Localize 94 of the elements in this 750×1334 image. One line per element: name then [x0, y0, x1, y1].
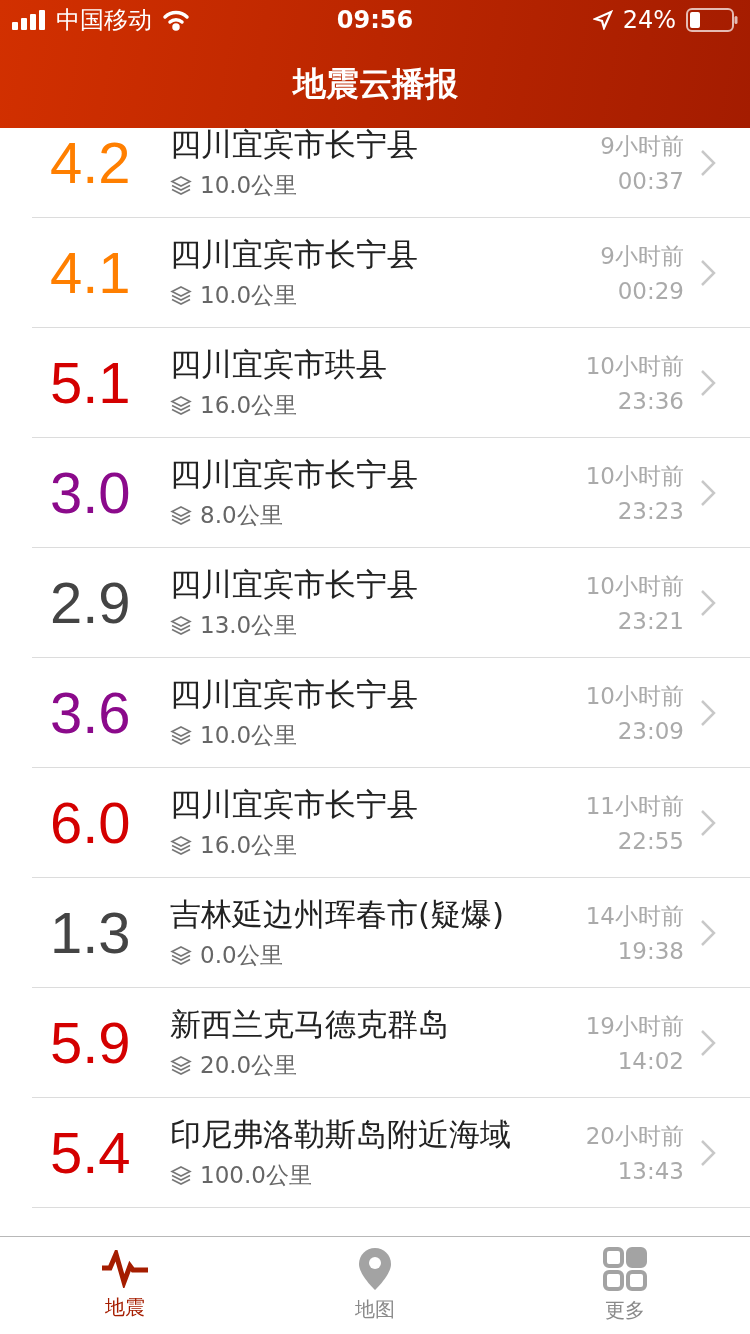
magnitude: 2.9: [49, 569, 132, 636]
tab-item[interactable]: 地震: [0, 1237, 250, 1334]
layers-icon: [170, 614, 192, 637]
depth-text: 100.0公里: [200, 1161, 312, 1190]
chevron-right-icon: [700, 258, 716, 287]
quake-time: 22:55: [617, 828, 684, 854]
quake-time: 23:23: [617, 498, 684, 524]
layers-icon: [170, 944, 192, 967]
quake-row[interactable]: 3.6 四川宜宾市长宁县 10.0公里 10小时前 23:09: [32, 658, 750, 768]
magnitude: 6.0: [49, 789, 132, 856]
time-ago: 10小时前: [585, 352, 684, 381]
quake-time: 23:21: [617, 608, 684, 634]
location-arrow-icon: [592, 10, 613, 30]
chevron-right-icon: [700, 698, 716, 727]
time-ago: 19小时前: [585, 1012, 684, 1041]
magnitude: 5.1: [49, 349, 132, 416]
depth-text: 20.0公里: [200, 1051, 298, 1080]
time-ago: 9小时前: [600, 132, 684, 161]
chevron-right-icon: [700, 1138, 716, 1167]
magnitude: 3.0: [49, 459, 132, 526]
layers-icon: [170, 504, 192, 527]
location-name: 四川宜宾市长宁县: [170, 785, 419, 824]
pulse-icon: [102, 1250, 148, 1288]
location-name: 四川宜宾市长宁县: [170, 455, 419, 494]
location-name: 吉林延边州珲春市(疑爆): [170, 895, 506, 934]
quake-time: 23:09: [617, 718, 684, 744]
tab-item[interactable]: 地图: [250, 1237, 500, 1334]
layers-icon: [170, 1054, 192, 1077]
layers-icon: [170, 284, 192, 307]
quake-time: 13:43: [617, 1158, 684, 1184]
layers-icon: [170, 174, 192, 197]
chevron-right-icon: [700, 368, 716, 397]
location-name: 印尼弗洛勒斯岛附近海域: [170, 1115, 512, 1154]
location-name: 四川宜宾市长宁县: [170, 675, 419, 714]
depth-text: 8.0公里: [200, 501, 283, 530]
time-ago: 10小时前: [585, 462, 684, 491]
chevron-right-icon: [700, 918, 716, 947]
quake-row[interactable]: 6.0 四川宜宾市长宁县 16.0公里 11小时前 22:55: [32, 768, 750, 878]
page-title: 地震云播报: [292, 62, 458, 105]
quake-row[interactable]: 2.9 四川宜宾市长宁县 13.0公里 10小时前 23:21: [32, 548, 750, 658]
quake-row[interactable]: 5.9 新西兰克马德克群岛 20.0公里 19小时前 14:02: [32, 988, 750, 1098]
quake-row[interactable]: 4.2 四川宜宾市长宁县 10.0公里 9小时前 00:37: [32, 128, 750, 218]
quake-row[interactable]: 5.1 四川宜宾市珙县 16.0公里 10小时前 23:36: [32, 328, 750, 438]
time-ago: 11小时前: [585, 792, 684, 821]
chevron-right-icon: [700, 808, 716, 837]
quake-time: 00:29: [617, 278, 684, 304]
depth-text: 16.0公里: [200, 391, 298, 420]
location-name: 新西兰克马德克群岛: [170, 1005, 450, 1044]
location-pin-icon: [359, 1248, 391, 1290]
quake-time: 23:36: [617, 388, 684, 414]
clock-time: 09:56: [336, 6, 414, 34]
depth-text: 13.0公里: [200, 611, 298, 640]
depth-text: 0.0公里: [200, 941, 283, 970]
quake-time: 14:02: [617, 1048, 684, 1074]
magnitude: 4.1: [49, 239, 132, 306]
grid-icon: [603, 1247, 647, 1291]
chevron-right-icon: [700, 148, 716, 177]
quake-time: 00:37: [617, 168, 684, 194]
wifi-icon: [162, 9, 190, 31]
time-ago: 9小时前: [600, 242, 684, 271]
signal-icon: [12, 10, 46, 30]
depth-text: 10.0公里: [200, 171, 298, 200]
location-name: 四川宜宾市长宁县: [170, 565, 419, 604]
carrier-name: 中国移动: [56, 5, 152, 36]
time-ago: 10小时前: [585, 682, 684, 711]
quake-row[interactable]: 4.1 四川宜宾市长宁县 10.0公里 9小时前 00:29: [32, 218, 750, 328]
time-ago: 14小时前: [585, 902, 684, 931]
time-ago: 20小时前: [585, 1122, 684, 1151]
chevron-right-icon: [700, 478, 716, 507]
depth-text: 10.0公里: [200, 721, 298, 750]
magnitude: 5.4: [49, 1119, 132, 1186]
magnitude: 5.9: [49, 1009, 132, 1076]
magnitude: 4.2: [49, 129, 132, 196]
tab-item[interactable]: 更多: [500, 1237, 750, 1334]
battery-percent: 24%: [622, 6, 676, 34]
quake-time: 19:38: [617, 938, 684, 964]
depth-text: 16.0公里: [200, 831, 298, 860]
layers-icon: [170, 724, 192, 747]
location-name: 四川宜宾市珙县: [170, 345, 388, 384]
magnitude: 3.6: [49, 679, 132, 746]
location-name: 四川宜宾市长宁县: [170, 235, 419, 274]
quake-row[interactable]: 3.0 四川宜宾市长宁县 8.0公里 10小时前 23:23: [32, 438, 750, 548]
layers-icon: [170, 834, 192, 857]
battery-icon: [686, 8, 738, 32]
quake-row[interactable]: 1.3 吉林延边州珲春市(疑爆) 0.0公里 14小时前 19:38: [32, 878, 750, 988]
location-name: 四川宜宾市长宁县: [170, 128, 419, 164]
layers-icon: [170, 394, 192, 417]
magnitude: 1.3: [49, 899, 132, 966]
quake-row[interactable]: 5.4 印尼弗洛勒斯岛附近海域 100.0公里 20小时前 13:43: [32, 1098, 750, 1208]
depth-text: 10.0公里: [200, 281, 298, 310]
chevron-right-icon: [700, 1028, 716, 1057]
layers-icon: [170, 1164, 192, 1187]
time-ago: 10小时前: [585, 572, 684, 601]
chevron-right-icon: [700, 588, 716, 617]
